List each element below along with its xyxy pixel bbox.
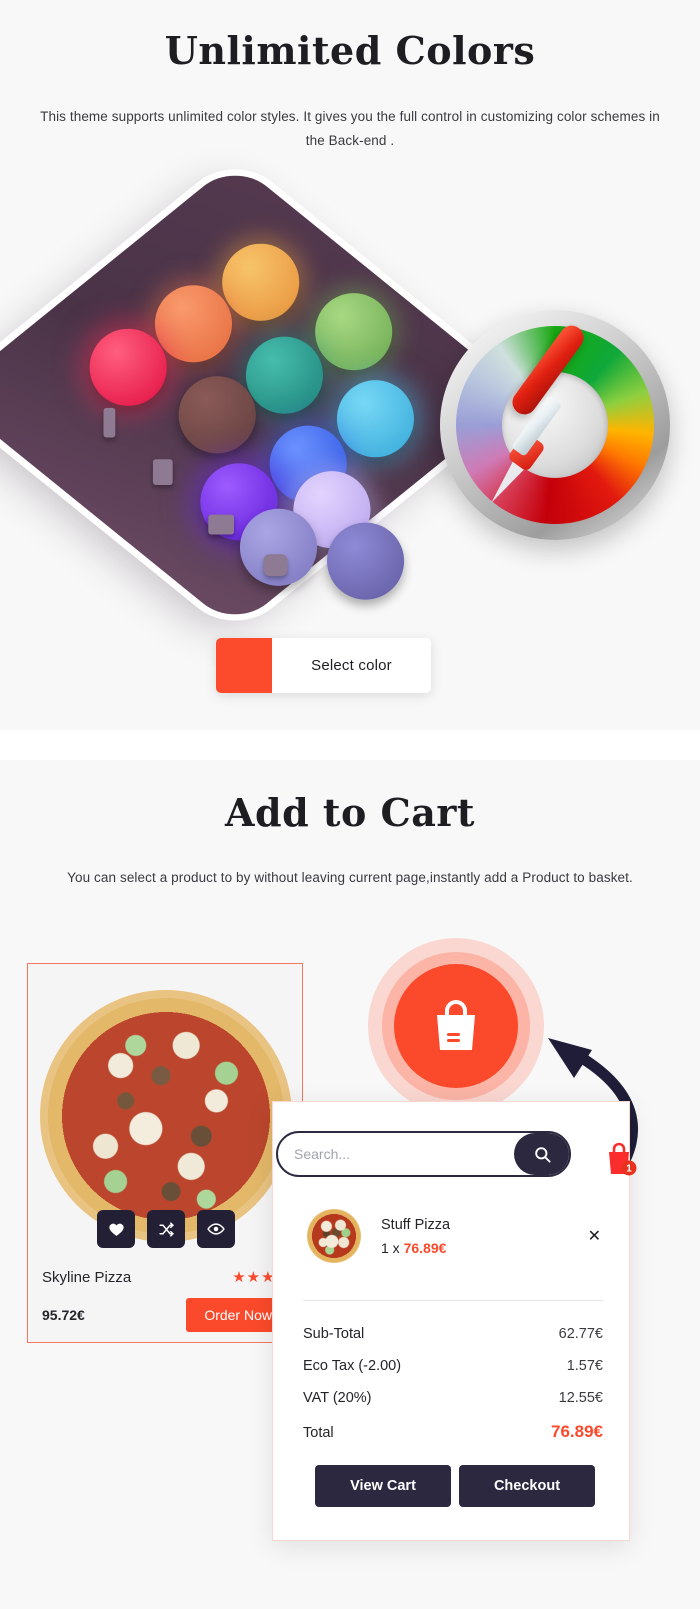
total-value: 62.77€ — [558, 1326, 603, 1342]
add-to-cart-subtitle: You can select a product to by without l… — [67, 870, 633, 885]
eye-icon — [207, 1223, 225, 1235]
search-icon — [534, 1146, 551, 1163]
grand-total-label: Total — [303, 1425, 334, 1441]
cart-item-name: Stuff Pizza — [381, 1216, 451, 1233]
cart-item-thumbnail — [303, 1208, 365, 1264]
palette-square-icon — [208, 514, 235, 535]
cart-bubble-button[interactable] — [394, 964, 518, 1088]
heart-icon — [108, 1223, 124, 1236]
palette-board-inner — [52, 212, 418, 600]
total-row: Eco Tax (-2.00) 1.57€ — [303, 1350, 603, 1382]
total-label: Sub-Total — [303, 1326, 365, 1342]
product-title-row: Skyline Pizza ★★★☆ — [42, 1268, 290, 1287]
color-wheel-illustration — [440, 310, 670, 540]
product-price: 95.72€ — [42, 1307, 85, 1323]
cart-item-text: Stuff Pizza 1 x 76.89€ — [365, 1217, 586, 1256]
cart-badge-button[interactable]: 1 — [601, 1138, 641, 1182]
product-title: Skyline Pizza — [42, 1268, 132, 1286]
page-title-add-to-cart: Add to Cart — [225, 790, 475, 835]
shuffle-icon — [158, 1221, 174, 1237]
palette-dot — [245, 336, 324, 414]
cart-line-item: Stuff Pizza 1 x 76.89€ ✕ — [303, 1205, 603, 1267]
total-label: Eco Tax (-2.00) — [303, 1358, 402, 1374]
palette-dot — [336, 380, 415, 458]
shopping-bag-icon — [437, 1000, 475, 1050]
palette-pencil-icon — [103, 407, 116, 438]
palette-nut-icon — [263, 554, 288, 576]
palette-dot — [178, 376, 256, 454]
total-row: VAT (20%) 12.55€ — [303, 1382, 603, 1414]
view-cart-button[interactable]: View Cart — [315, 1465, 451, 1507]
product-image — [28, 964, 302, 1256]
color-palette-illustration — [0, 160, 700, 630]
compare-button[interactable] — [147, 1210, 185, 1248]
palette-dot — [89, 328, 167, 406]
search-bar[interactable] — [276, 1131, 571, 1177]
palette-eraser-icon — [152, 459, 173, 485]
product-card[interactable]: Skyline Pizza ★★★☆ 95.72€ Order Now — [27, 963, 303, 1343]
total-value: 1.57€ — [566, 1358, 603, 1374]
checkout-button[interactable]: Checkout — [459, 1465, 595, 1507]
unlimited-colors-subtitle: This theme supports unlimited color styl… — [40, 109, 660, 148]
search-input[interactable] — [278, 1146, 514, 1162]
cart-badge-count: 1 — [626, 1164, 632, 1175]
page-title-unlimited-colors: Unlimited Colors — [164, 28, 536, 73]
total-row: Sub-Total 62.77€ — [303, 1318, 603, 1350]
pizza-image — [40, 989, 292, 1242]
product-hover-actions — [97, 1210, 235, 1248]
cart-bubble[interactable] — [368, 938, 544, 1114]
page-root: Unlimited Colors This theme supports unl… — [0, 0, 700, 1609]
palette-dot — [326, 522, 405, 600]
grand-total-row: Total 76.89€ — [303, 1414, 603, 1450]
search-button[interactable] — [514, 1133, 569, 1175]
total-value: 12.55€ — [558, 1390, 603, 1406]
cart-item-thumbnail-image — [307, 1209, 361, 1263]
cart-item-quantity-price: 1 x 76.89€ — [381, 1240, 586, 1256]
product-price-row: 95.72€ Order Now — [42, 1298, 290, 1332]
total-label: VAT (20%) — [303, 1390, 372, 1406]
grand-total-value: 76.89€ — [551, 1422, 603, 1441]
section-divider — [0, 730, 700, 760]
cart-divider — [303, 1300, 603, 1301]
cart-item-price: 76.89€ — [403, 1239, 447, 1256]
select-color-button[interactable]: Select color — [216, 638, 431, 693]
cart-action-buttons: View Cart Checkout — [315, 1465, 595, 1507]
wishlist-button[interactable] — [97, 1210, 135, 1248]
quickview-button[interactable] — [197, 1210, 235, 1248]
unlimited-colors-section: Unlimited Colors This theme supports unl… — [0, 0, 700, 730]
palette-dot — [315, 293, 393, 371]
cart-badge-icon: 1 — [609, 1142, 637, 1176]
product-meta: Skyline Pizza ★★★☆ 95.72€ Order Now — [28, 1256, 302, 1342]
select-color-label: Select color — [311, 657, 392, 674]
palette-dot — [222, 243, 300, 321]
palette-dot — [154, 285, 233, 363]
cart-totals: Sub-Total 62.77€ Eco Tax (-2.00) 1.57€ V… — [303, 1318, 603, 1450]
cart-item-remove-button[interactable]: ✕ — [586, 1226, 603, 1246]
color-swatch[interactable] — [216, 638, 272, 693]
cart-item-quantity: 1 x — [381, 1239, 404, 1256]
